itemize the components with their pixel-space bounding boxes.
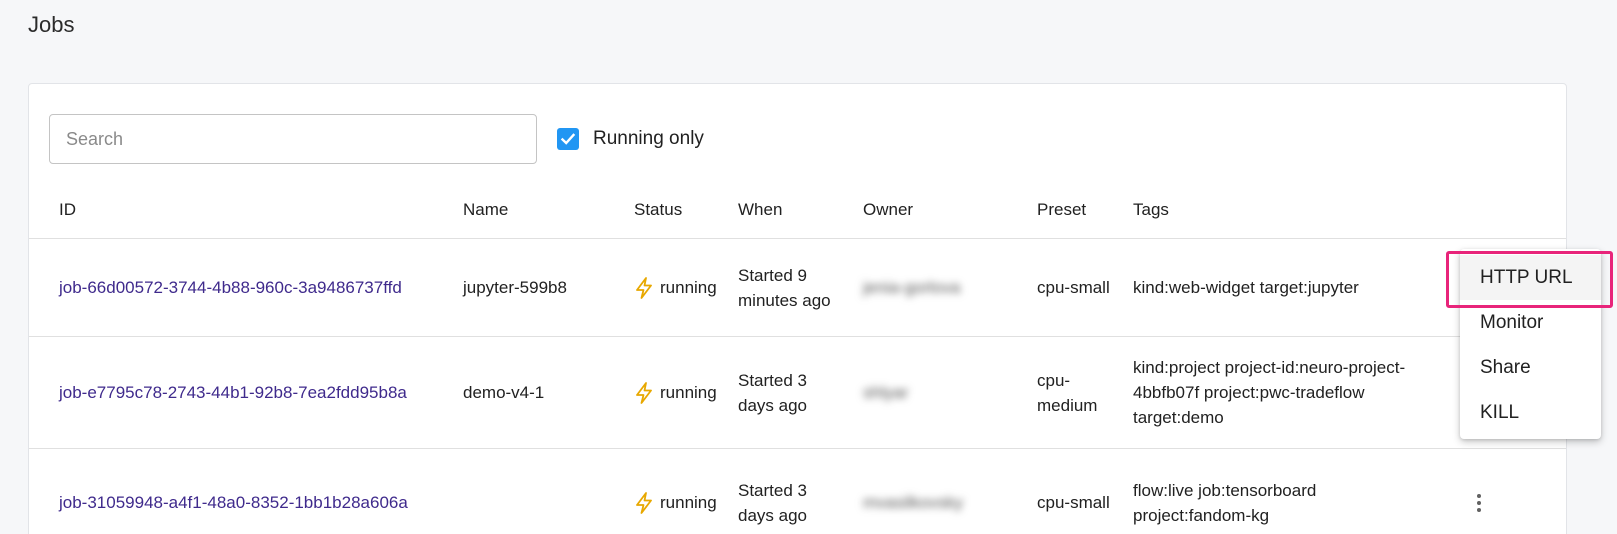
when-line: Started 3 bbox=[738, 371, 807, 390]
job-status: running bbox=[634, 275, 717, 300]
column-header-id[interactable]: ID bbox=[59, 200, 76, 220]
column-header-preset[interactable]: Preset bbox=[1037, 200, 1086, 220]
job-preset: cpu-small bbox=[1037, 493, 1110, 512]
job-tags: kind:project project-id:neuro-project- 4… bbox=[1133, 355, 1405, 430]
table-row: job-66d00572-3744-4b88-960c-3a9486737ffd… bbox=[29, 239, 1566, 337]
table-row: job-e7795c78-2743-44b1-92b8-7ea2fdd95b8a… bbox=[29, 337, 1566, 449]
column-header-when[interactable]: When bbox=[738, 200, 782, 220]
job-id-link[interactable]: job-31059948-a4f1-48a0-8352-1bb1b28a606a bbox=[59, 490, 408, 515]
job-preset: cpu- medium bbox=[1037, 368, 1097, 418]
menu-item-share[interactable]: Share bbox=[1460, 345, 1601, 390]
job-owner: shlyar bbox=[863, 383, 909, 402]
job-name: jupyter-599b8 bbox=[463, 278, 567, 297]
job-preset: cpu-small bbox=[1037, 278, 1110, 297]
menu-item-monitor[interactable]: Monitor bbox=[1460, 300, 1601, 345]
table-header: ID Name Status When Owner Preset Tags bbox=[29, 181, 1566, 239]
preset-line: cpu- bbox=[1037, 371, 1071, 390]
tag-line: kind:project project-id:neuro-project- bbox=[1133, 358, 1406, 377]
column-header-status[interactable]: Status bbox=[634, 200, 682, 220]
running-only-checkbox[interactable] bbox=[557, 128, 579, 150]
row-actions-menu: HTTP URL Monitor Share KILL bbox=[1460, 249, 1601, 439]
table-row: job-31059948-a4f1-48a0-8352-1bb1b28a606a… bbox=[29, 449, 1566, 534]
check-icon bbox=[560, 133, 576, 145]
tag-line: target:demo bbox=[1133, 408, 1224, 427]
menu-item-kill[interactable]: KILL bbox=[1460, 390, 1601, 435]
job-when: Started 3 days ago bbox=[738, 478, 807, 528]
more-vert-icon[interactable] bbox=[1467, 489, 1491, 517]
status-label: running bbox=[660, 278, 717, 297]
when-line: Started 3 bbox=[738, 481, 807, 500]
job-when: Started 9 minutes ago bbox=[738, 263, 831, 313]
column-header-tags[interactable]: Tags bbox=[1133, 200, 1169, 220]
status-label: running bbox=[660, 493, 717, 512]
preset-line: medium bbox=[1037, 396, 1098, 415]
jobs-card: Running only ID Name Status When Owner P… bbox=[28, 83, 1567, 534]
when-line: Started 9 bbox=[738, 266, 807, 285]
lightning-icon bbox=[636, 276, 652, 299]
job-name: demo-v4-1 bbox=[463, 383, 545, 402]
tag-line: project:fandom-kg bbox=[1133, 506, 1270, 525]
job-owner: mvasilkovsky bbox=[863, 493, 964, 512]
column-header-owner[interactable]: Owner bbox=[863, 200, 913, 220]
running-only-label: Running only bbox=[593, 128, 704, 149]
job-owner: jenia-gorlova bbox=[863, 278, 961, 297]
when-line: days ago bbox=[738, 506, 807, 525]
lightning-icon bbox=[636, 381, 652, 404]
status-label: running bbox=[660, 383, 717, 402]
running-only-filter[interactable]: Running only bbox=[557, 128, 704, 150]
job-when: Started 3 days ago bbox=[738, 368, 807, 418]
column-header-name[interactable]: Name bbox=[463, 200, 508, 220]
when-line: days ago bbox=[738, 396, 807, 415]
tag-line: flow:live job:tensorboard bbox=[1133, 481, 1317, 500]
tag-line: 4bbfb07f project:pwc-tradeflow bbox=[1133, 383, 1365, 402]
job-status: running bbox=[634, 490, 717, 515]
job-id-link[interactable]: job-e7795c78-2743-44b1-92b8-7ea2fdd95b8a bbox=[59, 380, 407, 405]
job-status: running bbox=[634, 380, 717, 405]
job-tags: kind:web-widget target:jupyter bbox=[1133, 278, 1359, 297]
search-input[interactable] bbox=[49, 114, 537, 164]
when-line: minutes ago bbox=[738, 291, 831, 310]
job-id-link[interactable]: job-66d00572-3744-4b88-960c-3a9486737ffd bbox=[59, 275, 402, 300]
lightning-icon bbox=[636, 491, 652, 514]
page-title: Jobs bbox=[28, 12, 75, 37]
menu-item-http-url[interactable]: HTTP URL bbox=[1460, 255, 1601, 300]
job-tags: flow:live job:tensorboard project:fandom… bbox=[1133, 478, 1316, 528]
